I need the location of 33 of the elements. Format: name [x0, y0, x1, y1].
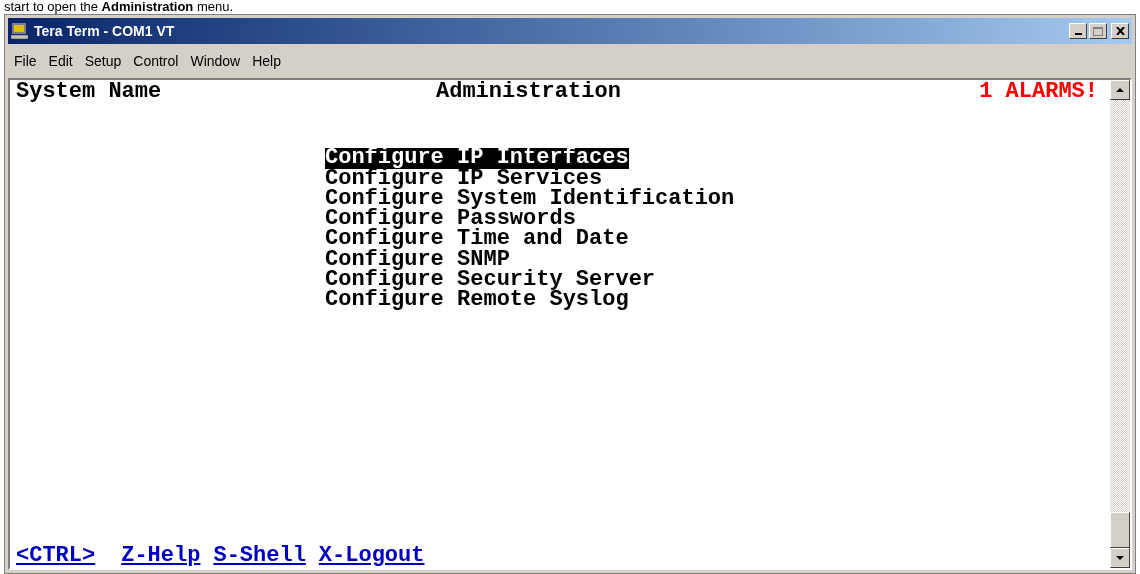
shortcut-link[interactable]: S-Shell: [213, 545, 306, 566]
maximize-button[interactable]: [1089, 23, 1107, 39]
up-arrow-icon: [1116, 88, 1124, 92]
minimize-button[interactable]: [1069, 23, 1087, 39]
menu-item[interactable]: Help: [248, 50, 285, 72]
menu-option[interactable]: Configure IP Interfaces: [325, 148, 629, 169]
screen-title-text: Administration: [436, 82, 622, 103]
shortcut-link[interactable]: Z-Help: [121, 545, 201, 566]
menu-option[interactable]: Configure IP Services: [325, 168, 603, 189]
vertical-scrollbar[interactable]: [1110, 80, 1130, 568]
scroll-thumb[interactable]: [1110, 512, 1130, 548]
alarm-text: 1 ALARMS!: [979, 82, 1098, 103]
menu-option[interactable]: Configure SNMP: [325, 249, 510, 271]
menu-item[interactable]: Control: [129, 50, 183, 72]
scroll-down-button[interactable]: [1110, 548, 1130, 568]
scroll-up-button[interactable]: [1110, 80, 1130, 100]
system-name-text: System Name: [16, 82, 163, 103]
minimize-icon: [1074, 33, 1082, 35]
menu-item[interactable]: Window: [186, 50, 245, 72]
caption-text: start to open the Administration menu.: [3, 0, 235, 14]
window-title: Tera Term - COM1 VT: [34, 21, 175, 41]
shortcut-link[interactable]: X-Logout: [318, 545, 425, 566]
close-icon: [1115, 27, 1125, 35]
menu-option[interactable]: Configure Remote Syslog: [325, 290, 629, 311]
shortcut-link[interactable]: <CTRL>: [16, 545, 96, 566]
menu-option[interactable]: Configure Time and Date: [325, 229, 629, 250]
menu-item[interactable]: Edit: [44, 50, 77, 72]
close-button[interactable]: [1111, 23, 1129, 39]
terminal-app-icon: [11, 23, 29, 39]
maximize-icon: [1093, 26, 1103, 36]
menu-item[interactable]: File: [10, 50, 41, 72]
menu-item[interactable]: Setup: [80, 50, 126, 72]
down-arrow-icon: [1116, 556, 1124, 560]
